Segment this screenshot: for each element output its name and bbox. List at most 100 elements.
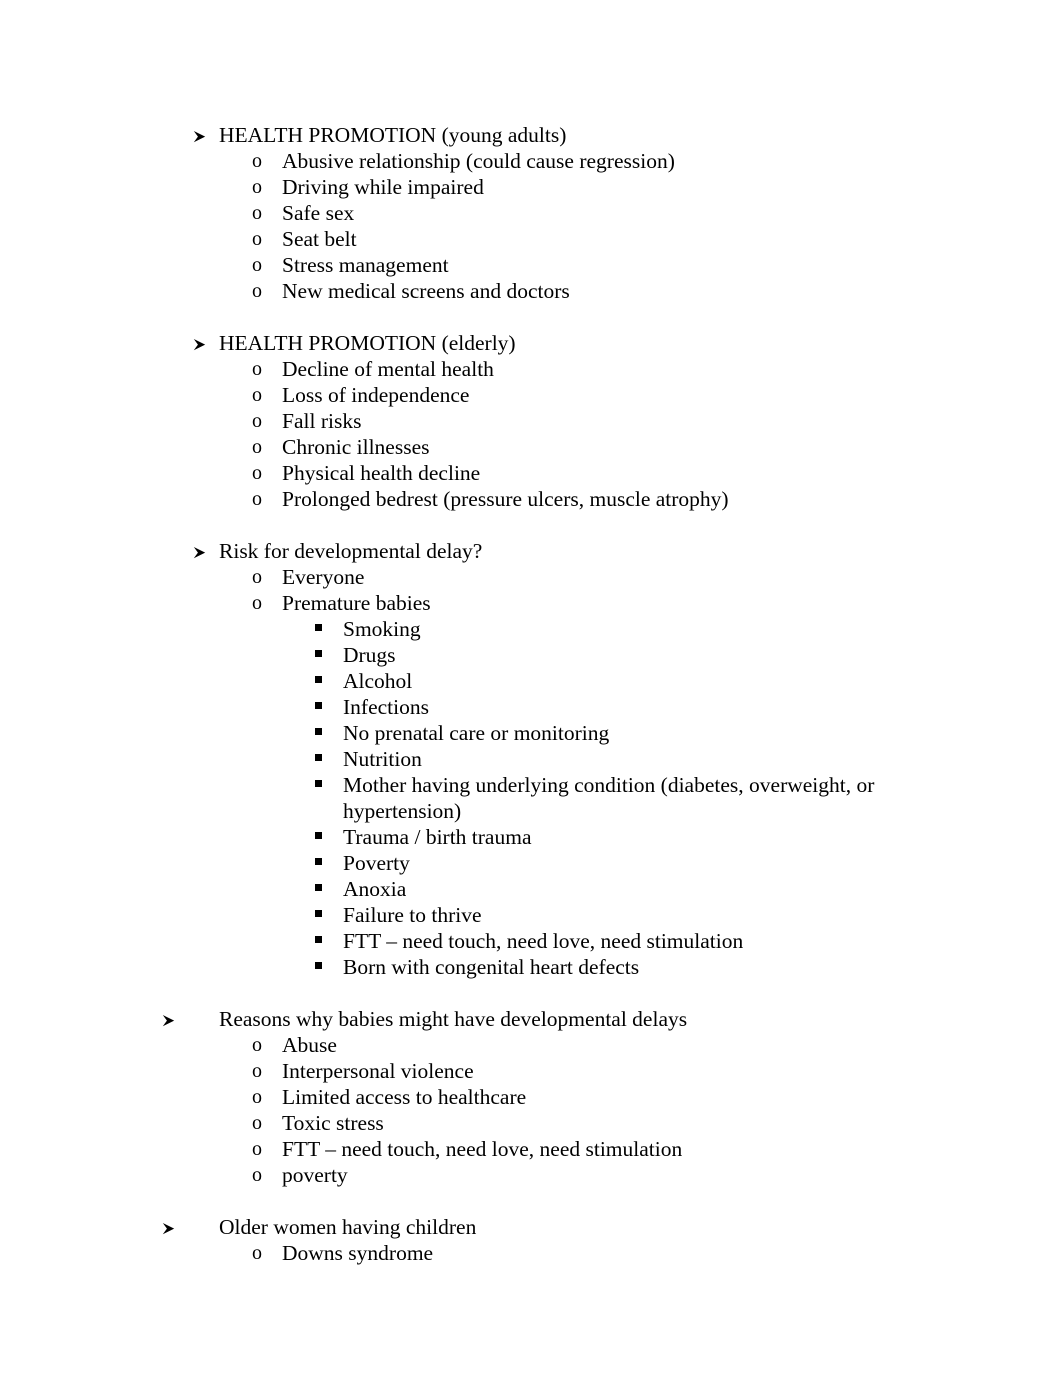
outline-level3-item: FTT – need touch, need love, need stimul… [315, 928, 1062, 954]
outline-level1-item: HEALTH PROMOTION (elderly) [192, 330, 1062, 356]
outline-level2-label: Downs syndrome [282, 1241, 434, 1265]
outline-level3-label: Infections [343, 695, 429, 719]
outline-level2-item: o poverty [252, 1162, 1062, 1188]
outline-level3-label: Nutrition [343, 747, 422, 771]
circle-bullet-icon: o [252, 1060, 262, 1082]
square-bullet-icon [315, 824, 335, 850]
circle-bullet-icon: o [252, 358, 262, 380]
outline-level3-label: Alcohol [343, 669, 413, 693]
arrow-bullet-icon [192, 538, 212, 564]
outline-level3-label: FTT – need touch, need love, need stimul… [343, 929, 744, 953]
outline-level2-label: Driving while impaired [282, 175, 484, 199]
outline-level2-label: poverty [282, 1163, 348, 1187]
outline-level1-label: Risk for developmental delay? [219, 539, 483, 563]
outline-level2-item: o Premature babies [252, 590, 1062, 616]
outline-level2-label: Interpersonal violence [282, 1059, 474, 1083]
outline-level3-label: Born with congenital heart defects [343, 955, 640, 979]
outline-level3-item: Anoxia [315, 876, 1062, 902]
outline-level2-item: o Loss of independence [252, 382, 1062, 408]
outline-level2-item: o New medical screens and doctors [252, 278, 1062, 304]
outline-level1-label: Older women having children [219, 1215, 477, 1239]
outline-level2-item: o Limited access to healthcare [252, 1084, 1062, 1110]
outline-level2-item: o Abuse [252, 1032, 1062, 1058]
outline-level2-label: Decline of mental health [282, 357, 494, 381]
arrow-bullet-icon [161, 1214, 181, 1240]
outline-level3-item: No prenatal care or monitoring [315, 720, 1062, 746]
outline-section: Reasons why babies might have developmen… [0, 1006, 1062, 1188]
outline-level2-item: o FTT – need touch, need love, need stimu… [252, 1136, 1062, 1162]
outline-level3-item: Failure to thrive [315, 902, 1062, 928]
outline-level1-label: HEALTH PROMOTION (elderly) [219, 331, 516, 355]
outline-level3-label: Trauma / birth trauma [343, 825, 532, 849]
outline-level2-label: New medical screens and doctors [282, 279, 570, 303]
square-bullet-icon [315, 668, 335, 694]
square-bullet-icon [315, 772, 335, 798]
outline-level2-item: o Safe sex [252, 200, 1062, 226]
circle-bullet-icon: o [252, 566, 262, 588]
outline-level2-label: Chronic illnesses [282, 435, 430, 459]
outline-level2-label: Abusive relationship (could cause regres… [282, 149, 675, 173]
outline-level3-item: Poverty [315, 850, 1062, 876]
outline-level2-item: o Interpersonal violence [252, 1058, 1062, 1084]
circle-bullet-icon: o [252, 410, 262, 432]
circle-bullet-icon: o [252, 1086, 262, 1108]
outline-level3-label: Mother having underlying condition (diab… [343, 773, 880, 823]
outline-level2-item: o Physical health decline [252, 460, 1062, 486]
outline-level2-item: o Stress management [252, 252, 1062, 278]
square-bullet-icon [315, 616, 335, 642]
circle-bullet-icon: o [252, 254, 262, 276]
outline-level3-item: Alcohol [315, 668, 1062, 694]
outline-level2-item: o Toxic stress [252, 1110, 1062, 1136]
outline-level3-label: Poverty [343, 851, 410, 875]
outline-level2-item: o Decline of mental health [252, 356, 1062, 382]
outline-level2-item: o Fall risks [252, 408, 1062, 434]
document-body: HEALTH PROMOTION (young adults) o Abusive … [0, 122, 1062, 1266]
circle-bullet-icon: o [252, 280, 262, 302]
square-bullet-icon [315, 954, 335, 980]
outline-level1-label: HEALTH PROMOTION (young adults) [219, 123, 567, 147]
arrow-bullet-icon [192, 330, 212, 356]
outline-level2-label: Stress management [282, 253, 449, 277]
outline-level2-item: o Downs syndrome [252, 1240, 1062, 1266]
square-bullet-icon [315, 720, 335, 746]
outline-section: HEALTH PROMOTION (elderly) o Decline of me… [0, 330, 1062, 512]
outline-level2-item: o Everyone [252, 564, 1062, 590]
outline-level3-item: Mother having underlying condition (diab… [315, 772, 1062, 824]
outline-level2-label: Loss of independence [282, 383, 470, 407]
outline-level2-label: Safe sex [282, 201, 355, 225]
outline-level2-item: o Seat belt [252, 226, 1062, 252]
outline-level2-label: Limited access to healthcare [282, 1085, 527, 1109]
outline-level3-item: Drugs [315, 642, 1062, 668]
outline-section: Older women having children o Downs syndro… [0, 1214, 1062, 1266]
circle-bullet-icon: o [252, 202, 262, 224]
square-bullet-icon [315, 928, 335, 954]
circle-bullet-icon: o [252, 1112, 262, 1134]
outline-level2-item: o Chronic illnesses [252, 434, 1062, 460]
outline-level2-label: Physical health decline [282, 461, 481, 485]
square-bullet-icon [315, 642, 335, 668]
outline-section: HEALTH PROMOTION (young adults) o Abusive … [0, 122, 1062, 304]
circle-bullet-icon: o [252, 436, 262, 458]
outline-section: Risk for developmental delay? o Everyone o P… [0, 538, 1062, 980]
arrow-bullet-icon [161, 1006, 181, 1032]
circle-bullet-icon: o [252, 176, 262, 198]
circle-bullet-icon: o [252, 150, 262, 172]
outline-level2-label: Fall risks [282, 409, 362, 433]
outline-level2-label: Prolonged bedrest (pressure ulcers, musc… [282, 487, 729, 511]
outline-level3-item: Born with congenital heart defects [315, 954, 1062, 980]
outline-level2-label: Abuse [282, 1033, 337, 1057]
outline-level1-item: HEALTH PROMOTION (young adults) [192, 122, 1062, 148]
circle-bullet-icon: o [252, 1034, 262, 1056]
outline-level3-label: Drugs [343, 643, 396, 667]
square-bullet-icon [315, 694, 335, 720]
outline-level1-item: Risk for developmental delay? [192, 538, 1062, 564]
circle-bullet-icon: o [252, 462, 262, 484]
outline-level3-label: Smoking [343, 617, 421, 641]
circle-bullet-icon: o [252, 1164, 262, 1186]
outline-level2-label: Everyone [282, 565, 365, 589]
outline-level3-item: Infections [315, 694, 1062, 720]
square-bullet-icon [315, 746, 335, 772]
circle-bullet-icon: o [252, 228, 262, 250]
circle-bullet-icon: o [252, 1242, 262, 1264]
outline-level3-label: No prenatal care or monitoring [343, 721, 610, 745]
